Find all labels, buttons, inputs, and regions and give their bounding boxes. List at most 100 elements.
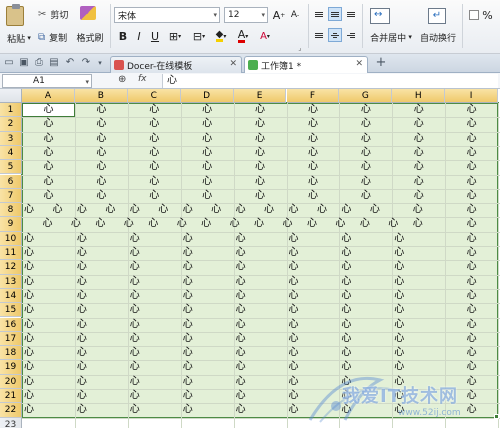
cell[interactable]: 心 — [394, 403, 404, 417]
print-preview-icon[interactable]: ▤ — [48, 57, 60, 69]
row-header[interactable]: 17 — [0, 331, 22, 347]
cell[interactable]: 心 — [289, 389, 299, 403]
close-icon[interactable]: ✕ — [229, 59, 237, 69]
format-painter-icon[interactable] — [80, 6, 96, 20]
align-left-button[interactable] — [312, 28, 326, 42]
cell[interactable]: 心 — [392, 189, 445, 203]
cell[interactable]: 心 — [341, 389, 351, 403]
cell[interactable]: 心 — [317, 203, 327, 217]
fill-handle[interactable] — [494, 413, 500, 419]
cell[interactable]: 心 — [289, 346, 299, 360]
cell[interactable]: 心 — [177, 217, 187, 231]
row-header[interactable]: 16 — [0, 317, 22, 332]
cell[interactable]: 心 — [130, 260, 140, 274]
cell[interactable]: 心 — [335, 217, 345, 231]
cell[interactable]: 心 — [77, 403, 87, 417]
row-header[interactable]: 1 — [0, 103, 22, 118]
cell[interactable]: 心 — [234, 175, 287, 189]
cell[interactable]: 心 — [236, 246, 246, 260]
chevron-down-icon[interactable]: ▾ — [94, 57, 106, 69]
cell[interactable]: 心 — [392, 103, 445, 117]
cell[interactable]: 心 — [445, 332, 498, 346]
row-header[interactable]: 4 — [0, 145, 22, 161]
font-color-button[interactable]: A ▾ — [232, 29, 254, 43]
cell[interactable]: 心 — [130, 375, 140, 389]
cell[interactable]: 心 — [445, 232, 498, 246]
clear-format-button[interactable]: A ▾ — [254, 29, 276, 43]
cell[interactable]: 心 — [183, 389, 193, 403]
cell[interactable]: 心 — [236, 260, 246, 274]
cell[interactable]: 心 — [254, 217, 264, 231]
cell[interactable]: 心 — [77, 375, 87, 389]
column-header[interactable]: F — [286, 89, 340, 103]
cell[interactable]: 心 — [24, 289, 34, 303]
cell[interactable]: 心 — [283, 217, 293, 231]
cell[interactable]: 心 — [77, 332, 87, 346]
row-header[interactable]: 3 — [0, 131, 22, 146]
cell[interactable]: 心 — [289, 332, 299, 346]
cell[interactable]: 心 — [236, 232, 246, 246]
column-header[interactable]: C — [127, 89, 181, 103]
cell[interactable]: 心 — [445, 189, 498, 203]
cell[interactable]: 心 — [392, 117, 445, 131]
tab-workbook1[interactable]: 工作簿1 * ✕ — [244, 56, 368, 73]
cell[interactable]: 心 — [183, 375, 193, 389]
cell[interactable]: 心 — [24, 403, 34, 417]
cell[interactable]: 心 — [181, 175, 234, 189]
cell[interactable]: 心 — [105, 203, 115, 217]
cell[interactable]: 心 — [128, 160, 181, 174]
cell[interactable]: 心 — [413, 217, 423, 231]
cell[interactable]: 心 — [289, 360, 299, 374]
paste-icon[interactable] — [6, 4, 24, 26]
cell[interactable]: 心 — [52, 203, 62, 217]
cell[interactable]: 心 — [130, 332, 140, 346]
cell[interactable]: 心 — [234, 117, 287, 131]
row-header[interactable]: 6 — [0, 174, 22, 189]
align-bottom-button[interactable] — [344, 7, 358, 21]
italic-button[interactable]: I — [132, 29, 146, 43]
column-header[interactable]: D — [180, 89, 234, 103]
cell[interactable]: 心 — [77, 260, 87, 274]
cell[interactable]: 心 — [341, 332, 351, 346]
cell[interactable]: 心 — [24, 246, 34, 260]
cell[interactable]: 心 — [445, 389, 498, 403]
cell[interactable]: 心 — [183, 360, 193, 374]
cell[interactable]: 心 — [77, 303, 87, 317]
cell[interactable]: 心 — [183, 332, 193, 346]
cell[interactable]: 心 — [130, 203, 140, 217]
cell[interactable]: 心 — [181, 189, 234, 203]
name-box[interactable]: A1 ▾ — [2, 74, 92, 88]
cell[interactable]: 心 — [183, 246, 193, 260]
row-header[interactable]: 9 — [0, 217, 22, 232]
cell[interactable]: 心 — [230, 217, 240, 231]
cell[interactable]: 心 — [339, 175, 392, 189]
cell[interactable]: 心 — [388, 217, 398, 231]
cell[interactable]: 心 — [22, 160, 75, 174]
cell[interactable]: 心 — [130, 289, 140, 303]
paste-button[interactable]: 粘贴 ▾ — [2, 32, 36, 45]
cell[interactable]: 心 — [24, 332, 34, 346]
cell[interactable]: 心 — [130, 232, 140, 246]
cell[interactable]: 心 — [264, 203, 274, 217]
cell[interactable]: 心 — [445, 260, 498, 274]
merge-center-button[interactable]: 合并居中 ▾ — [364, 31, 418, 44]
cell[interactable]: 心 — [341, 403, 351, 417]
cell[interactable]: 心 — [181, 117, 234, 131]
cell[interactable]: 心 — [201, 217, 211, 231]
cell[interactable]: 心 — [341, 318, 351, 332]
cell[interactable]: 心 — [77, 346, 87, 360]
cell[interactable]: 心 — [42, 217, 52, 231]
wrap-text-button[interactable]: 自动换行 — [416, 31, 460, 44]
cell[interactable]: 心 — [75, 103, 128, 117]
cell[interactable]: 心 — [24, 346, 34, 360]
cell[interactable]: 心 — [339, 132, 392, 146]
row-header[interactable]: 14 — [0, 288, 22, 304]
row-header[interactable]: 22 — [0, 403, 22, 418]
cell[interactable]: 心 — [445, 375, 498, 389]
cell[interactable]: 心 — [75, 132, 128, 146]
cell[interactable]: 心 — [289, 303, 299, 317]
cell[interactable]: 心 — [234, 189, 287, 203]
row-header[interactable]: 21 — [0, 389, 22, 404]
column-header[interactable]: A — [22, 89, 75, 103]
cell[interactable]: 心 — [394, 246, 404, 260]
